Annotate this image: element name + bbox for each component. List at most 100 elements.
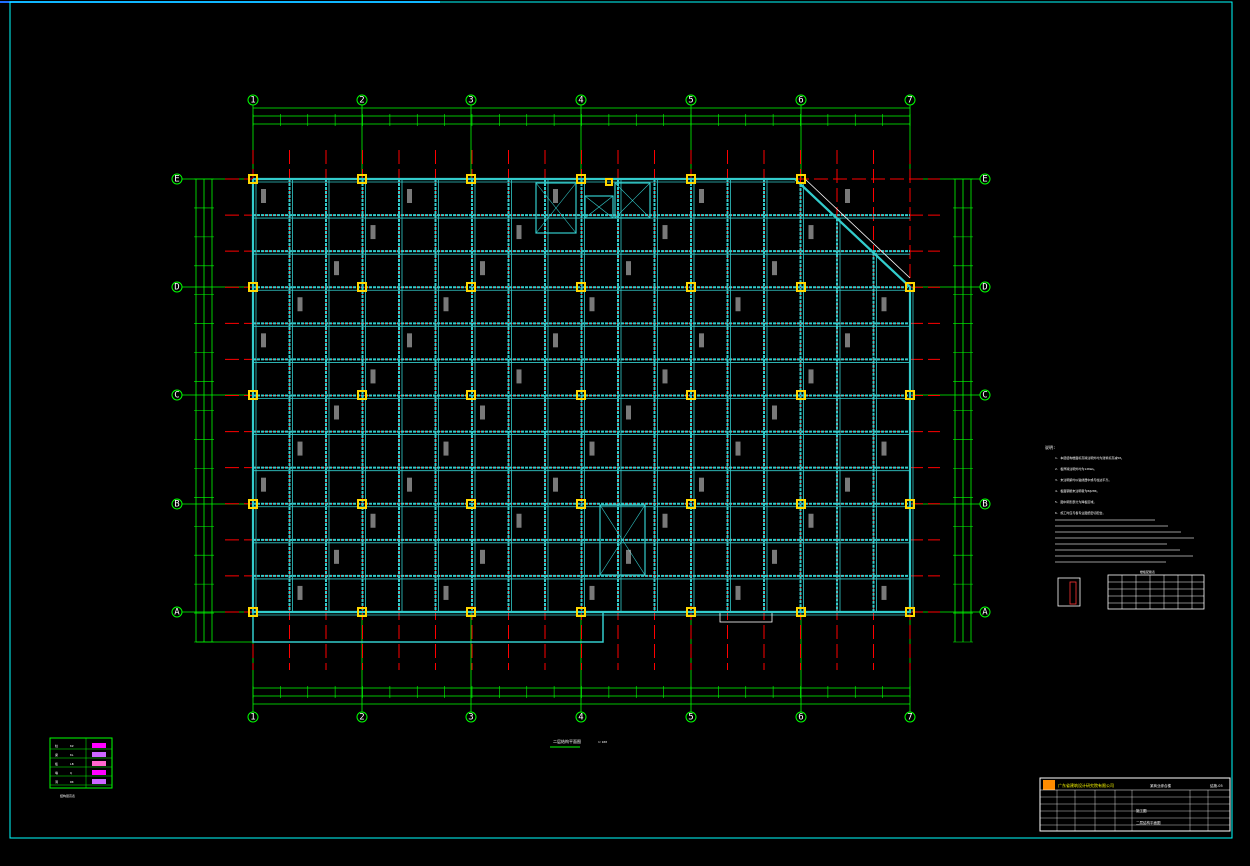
slab-label	[699, 333, 704, 348]
row-axis-right-label: A	[982, 608, 988, 618]
wall-diagonal	[804, 178, 911, 279]
title-block: 广东省建筑设计研究院有限公司 某商业综合楼 施工图 二层结构平面图 结施-05	[1039, 777, 1231, 832]
legend-footer: 结构层高表	[60, 793, 75, 798]
column-axis-bottom-label: 4	[578, 713, 583, 723]
tb-stage: 施工图	[1136, 808, 1147, 813]
row-axis-left-label: B	[174, 500, 179, 510]
stair-detail	[1057, 577, 1081, 607]
slab-label	[297, 297, 303, 312]
column-axis-top-label: 2	[359, 96, 364, 106]
column-axis-top-label: 3	[468, 96, 473, 106]
slab-label	[516, 513, 522, 528]
row-axis-left-label: C	[174, 391, 179, 401]
slab-label	[407, 477, 412, 492]
slab-label	[662, 225, 668, 240]
title-block-grid	[1040, 789, 1230, 831]
slab-label	[553, 333, 558, 348]
column-axis-bottom-label: 5	[688, 713, 693, 723]
plan-scale: 1:100	[598, 740, 607, 744]
column-axis-bottom-label: 3	[468, 713, 473, 723]
plan-title: 二层结构平面图	[553, 738, 581, 744]
slab-label	[626, 261, 631, 276]
slab-label	[772, 405, 777, 420]
note-line-1: 1. 本层结构楼面标高除注明外均为建筑标高减50。	[1055, 455, 1124, 460]
slab-label	[735, 585, 741, 600]
general-notes: 说明: 1. 本层结构楼面标高除注明外均为建筑标高减50。 2. 板厚除注明外均…	[1045, 444, 1205, 610]
row-axis-right-label: E	[982, 175, 987, 185]
legend-swatch	[92, 743, 106, 748]
slab-label	[443, 441, 449, 456]
slab-label	[626, 405, 631, 420]
column-axis-top-label: 5	[688, 96, 693, 106]
slab-label	[589, 585, 595, 600]
slab-label	[516, 369, 522, 384]
stair-detail-red	[1069, 581, 1077, 605]
structural-plan-drawing: 1 1 2 2 3 3 4 4 5 5 6 6 7 7 A A B B C C D D E E 二层结构平面图 1:100 说…	[0, 1, 1233, 839]
slab-label	[334, 261, 339, 276]
plan-body-group	[251, 177, 914, 643]
slab-label	[881, 585, 887, 600]
note-line-4: 4. 板面钢筋未注明者为8@200。	[1055, 488, 1099, 493]
slab-label	[845, 477, 850, 492]
slab-label	[480, 261, 485, 276]
legend-label: 洞	[55, 779, 58, 784]
row-axis-right-label: B	[982, 500, 987, 510]
slab-label	[845, 189, 850, 203]
row-axis-left-label: E	[174, 175, 179, 185]
row-axis-left-label: D	[174, 283, 179, 293]
legend-value: KZ	[70, 744, 74, 748]
column-axis-top-label: 4	[578, 96, 583, 106]
company-name: 广东省建筑设计研究院有限公司	[1058, 782, 1114, 788]
slab-label	[407, 333, 412, 348]
slab-label	[261, 477, 266, 492]
column-axis-top-label: 7	[907, 96, 912, 106]
slab-label	[553, 477, 558, 492]
slab-label	[735, 297, 741, 312]
legend-value: Q	[70, 771, 72, 775]
slab-table-title: 楼板配筋表	[1140, 569, 1155, 574]
slab-label	[553, 189, 558, 203]
column-axis-bottom-label: 2	[359, 713, 364, 723]
slab-label	[443, 585, 449, 600]
legend-label: 墙	[55, 770, 58, 775]
slab-label	[772, 261, 777, 276]
slab-label	[407, 189, 412, 203]
slab-label	[881, 297, 887, 312]
slab-label	[443, 297, 449, 312]
legend-label: 柱	[55, 743, 58, 748]
slab-label	[516, 225, 522, 240]
slab-label	[589, 441, 595, 456]
legend-label: 板	[55, 761, 58, 766]
legend-swatch	[92, 779, 106, 784]
slab-label	[370, 225, 376, 240]
note-line-5: 5. 图中阴影部分为降板区域。	[1055, 499, 1096, 504]
slab-label	[808, 513, 814, 528]
note-line-3: 3. 未注明梁均以轴线居中或与柱边平齐。	[1055, 477, 1111, 482]
cad-viewport[interactable]: 1 1 2 2 3 3 4 4 5 5 6 6 7 7 A A B B C C D D E E 二层结构平面图 1:100 说…	[0, 0, 1250, 866]
notes-text-lines	[1055, 519, 1194, 563]
legend-swatch	[92, 752, 106, 757]
slab-label	[626, 549, 631, 564]
bottom-strip	[252, 611, 604, 643]
row-axis-right-label: C	[982, 391, 987, 401]
legend-rows: 柱 KZ 梁 KL 板 LB 墙 Q 洞 DK	[50, 738, 112, 788]
column-axis-top-label: 6	[798, 96, 803, 106]
row-axis-right-label: D	[982, 283, 987, 293]
slab-label	[261, 333, 266, 348]
notes-heading: 说明:	[1045, 444, 1055, 450]
slab-label	[370, 369, 376, 384]
slab-label	[334, 549, 339, 564]
slab-label	[662, 369, 668, 384]
column-axis-top-label: 1	[250, 96, 255, 106]
legend-swatch	[92, 770, 106, 775]
legend-swatch	[92, 761, 106, 766]
column-axis-bottom-label: 6	[798, 713, 803, 723]
tb-drawing-name: 二层结构平面图	[1136, 820, 1161, 825]
slab-label	[808, 225, 814, 240]
slab-label	[297, 585, 303, 600]
legend-value: DK	[70, 780, 74, 784]
project-name: 某商业综合楼	[1150, 783, 1171, 788]
legend-table: 柱 KZ 梁 KL 板 LB 墙 Q 洞 DK 结构层高表	[49, 737, 113, 798]
legend-label: 梁	[55, 752, 58, 757]
slab-label	[334, 405, 339, 420]
